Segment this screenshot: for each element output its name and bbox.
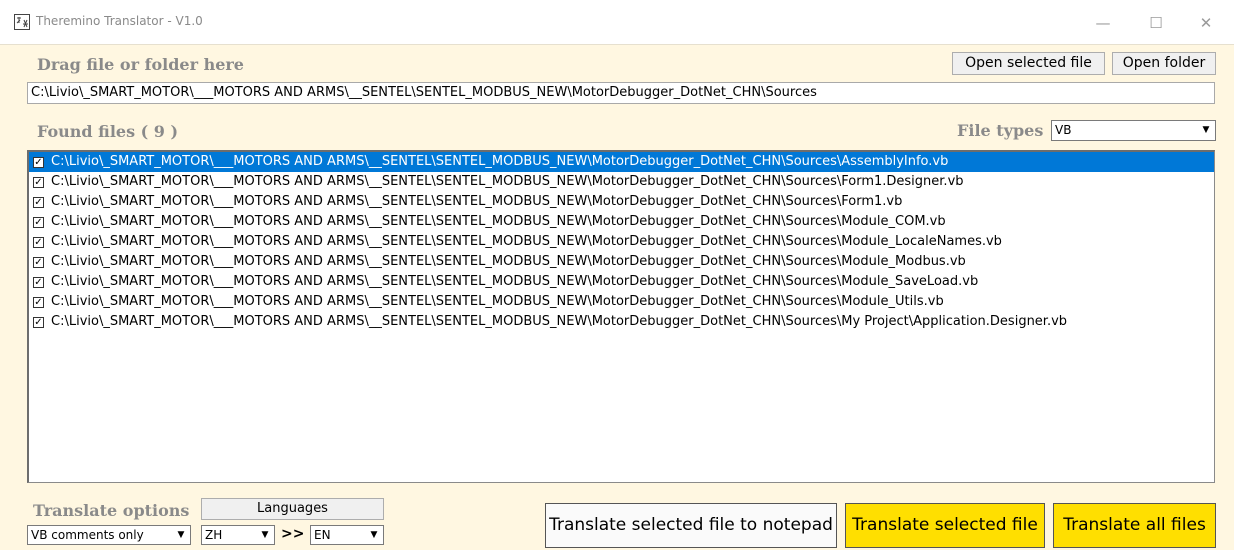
file-list-item[interactable]: ✓ C:\Livio\_SMART_MOTOR\___MOTORS AND ARM… <box>29 172 1214 192</box>
file-path-label: C:\Livio\_SMART_MOTOR\___MOTORS AND ARMS… <box>51 174 964 189</box>
languages-button[interactable]: Languages <box>201 498 384 520</box>
file-checkbox[interactable]: ✓ <box>33 197 44 208</box>
open-selected-file-button[interactable]: Open selected file <box>952 52 1105 75</box>
translate-selected-file-button[interactable]: Translate selected file <box>845 503 1045 548</box>
file-path-label: C:\Livio\_SMART_MOTOR\___MOTORS AND ARMS… <box>51 234 1002 249</box>
title-bar: Theremino Translator - V1.0 — ☐ ✕ <box>0 0 1234 45</box>
found-files-list[interactable]: ✓ C:\Livio\_SMART_MOTOR\___MOTORS AND ARM… <box>27 150 1215 483</box>
minimize-button[interactable]: — <box>1080 8 1126 38</box>
language-arrow: >> <box>281 526 305 542</box>
chevron-down-icon: ▼ <box>370 530 378 540</box>
file-checkbox[interactable]: ✓ <box>33 177 44 188</box>
file-path-label: C:\Livio\_SMART_MOTOR\___MOTORS AND ARMS… <box>51 214 946 229</box>
file-checkbox[interactable]: ✓ <box>33 157 44 168</box>
file-checkbox[interactable]: ✓ <box>33 237 44 248</box>
file-checkbox[interactable]: ✓ <box>33 217 44 228</box>
file-path-label: C:\Livio\_SMART_MOTOR\___MOTORS AND ARMS… <box>51 274 979 289</box>
file-path-label: C:\Livio\_SMART_MOTOR\___MOTORS AND ARMS… <box>51 194 903 209</box>
source-language-select[interactable]: ZH ▼ <box>201 525 275 545</box>
file-path-label: C:\Livio\_SMART_MOTOR\___MOTORS AND ARMS… <box>51 294 944 309</box>
translate-options-label: Translate options <box>33 501 190 520</box>
target-language-select[interactable]: EN ▼ <box>310 525 384 545</box>
file-types-label: File types <box>957 121 1044 140</box>
maximize-button[interactable]: ☐ <box>1133 8 1179 38</box>
file-checkbox[interactable]: ✓ <box>33 297 44 308</box>
chevron-down-icon: ▼ <box>1202 125 1210 135</box>
chevron-down-icon: ▼ <box>177 530 185 540</box>
translate-mode-value: VB comments only <box>31 528 144 542</box>
chevron-down-icon: ▼ <box>261 530 269 540</box>
file-path-label: C:\Livio\_SMART_MOTOR\___MOTORS AND ARMS… <box>51 254 966 269</box>
source-language-value: ZH <box>205 528 223 542</box>
file-list-item[interactable]: ✓ C:\Livio\_SMART_MOTOR\___MOTORS AND ARM… <box>29 312 1214 332</box>
translate-to-notepad-button[interactable]: Translate selected file to notepad <box>545 503 837 548</box>
file-list-item[interactable]: ✓ C:\Livio\_SMART_MOTOR\___MOTORS AND ARM… <box>29 252 1214 272</box>
close-button[interactable]: ✕ <box>1183 8 1229 38</box>
file-checkbox[interactable]: ✓ <box>33 317 44 328</box>
file-path-label: C:\Livio\_SMART_MOTOR\___MOTORS AND ARMS… <box>51 154 949 169</box>
window-title: Theremino Translator - V1.0 <box>36 14 203 28</box>
translator-app-icon <box>14 14 30 30</box>
file-types-select[interactable]: VB ▼ <box>1051 120 1216 141</box>
file-list-item[interactable]: ✓ C:\Livio\_SMART_MOTOR\___MOTORS AND ARM… <box>29 212 1214 232</box>
file-list-item[interactable]: ✓ C:\Livio\_SMART_MOTOR\___MOTORS AND ARM… <box>29 192 1214 212</box>
folder-path-field[interactable]: C:\Livio\_SMART_MOTOR\___MOTORS AND ARMS… <box>27 82 1215 104</box>
file-types-value: VB <box>1055 123 1072 137</box>
file-list-item[interactable]: ✓ C:\Livio\_SMART_MOTOR\___MOTORS AND ARM… <box>29 292 1214 312</box>
drag-drop-label: Drag file or folder here <box>37 55 244 74</box>
translate-all-files-button[interactable]: Translate all files <box>1053 503 1216 548</box>
target-language-value: EN <box>314 528 331 542</box>
file-list-item[interactable]: ✓ C:\Livio\_SMART_MOTOR\___MOTORS AND ARM… <box>29 232 1214 252</box>
found-files-label: Found files ( 9 ) <box>37 122 179 141</box>
file-checkbox[interactable]: ✓ <box>33 277 44 288</box>
translate-mode-select[interactable]: VB comments only ▼ <box>27 525 191 545</box>
file-list-item[interactable]: ✓ C:\Livio\_SMART_MOTOR\___MOTORS AND ARM… <box>29 272 1214 292</box>
file-list-item[interactable]: ✓ C:\Livio\_SMART_MOTOR\___MOTORS AND ARM… <box>29 152 1214 172</box>
open-folder-button[interactable]: Open folder <box>1112 52 1216 75</box>
file-checkbox[interactable]: ✓ <box>33 257 44 268</box>
file-path-label: C:\Livio\_SMART_MOTOR\___MOTORS AND ARMS… <box>51 314 1068 329</box>
